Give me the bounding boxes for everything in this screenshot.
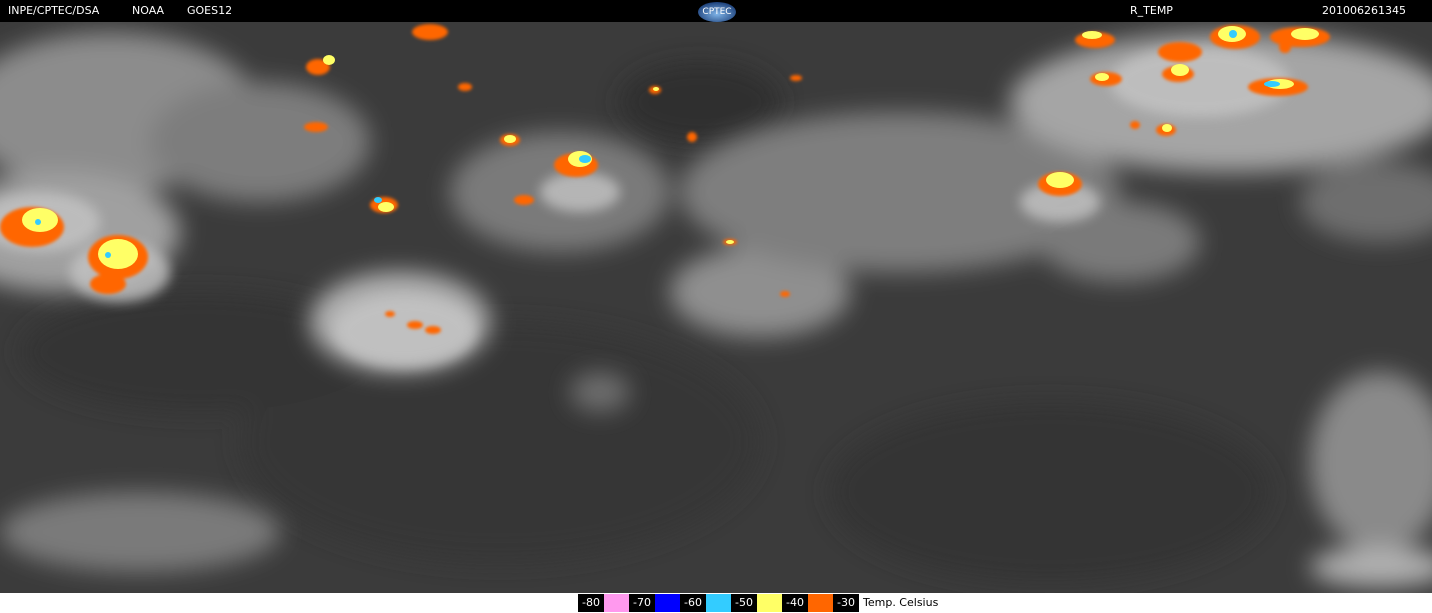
- legend-swatch: [604, 594, 629, 612]
- legend-swatch: [706, 594, 731, 612]
- legend-value-label: -80: [578, 594, 604, 612]
- product-label: R_TEMP: [1130, 4, 1173, 17]
- legend-value-label: -50: [731, 594, 757, 612]
- legend-swatch: [757, 594, 782, 612]
- header-bar: INPE/CPTEC/DSA NOAA GOES12 CPTEC R_TEMP …: [0, 0, 1432, 22]
- logo-text: CPTEC: [702, 7, 731, 17]
- agency-label: NOAA: [132, 4, 165, 17]
- temperature-legend: -80 -70 -60 -50 -40 -30 Temp. Celsius: [578, 594, 943, 612]
- legend-value-label: -60: [680, 594, 706, 612]
- legend-swatch: [808, 594, 833, 612]
- legend-value-label: -70: [629, 594, 655, 612]
- legend-swatch: [655, 594, 680, 612]
- source-label: INPE/CPTEC/DSA: [8, 4, 100, 17]
- timestamp-label: 201006261345: [1322, 4, 1406, 17]
- legend-units-label: Temp. Celsius: [859, 594, 943, 612]
- satellite-label: GOES12: [187, 4, 233, 17]
- cptec-logo: CPTEC: [697, 0, 737, 22]
- legend-value-label: -40: [782, 594, 808, 612]
- satellite-image: [0, 22, 1432, 593]
- legend-value-label: -30: [833, 594, 859, 612]
